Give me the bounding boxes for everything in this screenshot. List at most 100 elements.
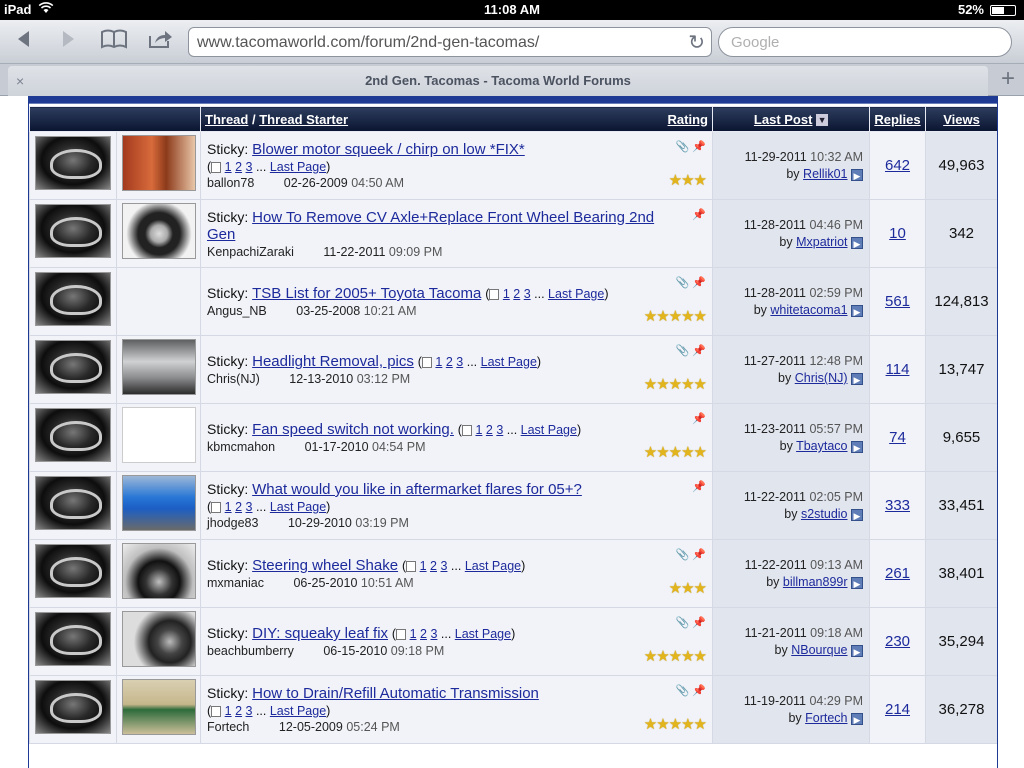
page-link[interactable]: 2 [420, 627, 427, 641]
tab-active[interactable]: × 2nd Gen. Tacomas - Tacoma World Forums [8, 66, 988, 96]
page-link[interactable]: 2 [235, 160, 242, 174]
thread-thumbnail[interactable] [121, 543, 196, 599]
page-link[interactable]: 3 [456, 355, 463, 369]
bookmarks-book-icon[interactable] [98, 28, 130, 56]
forward-arrow-icon[interactable] [52, 28, 84, 56]
thread-title-link[interactable]: How To Remove CV Axle+Replace Front Whee… [207, 209, 654, 243]
thread-thumbnail[interactable] [121, 135, 196, 191]
page-link[interactable]: 2 [235, 500, 242, 514]
thumbnail-cell [116, 335, 201, 404]
page-link[interactable]: 2 [446, 355, 453, 369]
replies-count-link[interactable]: 561 [885, 293, 910, 310]
thread-thumbnail[interactable] [121, 339, 196, 395]
goto-last-post-icon[interactable]: ▶ [851, 440, 863, 453]
thread-title-link[interactable]: DIY: squeaky leaf fix [252, 625, 388, 642]
share-action-icon[interactable] [144, 28, 176, 56]
page-link[interactable]: 2 [235, 704, 242, 718]
sort-rating-link[interactable]: Rating [668, 112, 708, 127]
goto-last-post-icon[interactable]: ▶ [851, 236, 863, 249]
thread-title-link[interactable]: Headlight Removal, pics [252, 353, 414, 370]
thread-title-link[interactable]: TSB List for 2005+ Toyota Tacoma [252, 285, 481, 302]
thread-title-link[interactable]: Blower motor squeek / chirp on low *FIX* [252, 141, 525, 158]
last-poster-link[interactable]: whitetacoma1 [770, 303, 847, 317]
page-link[interactable]: 2 [486, 423, 493, 437]
back-arrow-icon[interactable] [8, 28, 40, 56]
goto-last-post-icon[interactable]: ▶ [851, 168, 863, 181]
page-link[interactable]: 1 [420, 559, 427, 573]
tab-close-icon[interactable]: × [16, 66, 24, 96]
last-page-link[interactable]: Last Page [455, 627, 511, 641]
goto-last-post-icon[interactable]: ▶ [851, 576, 863, 589]
last-poster-link[interactable]: billman899r [783, 575, 848, 589]
goto-last-post-icon[interactable]: ▶ [851, 304, 863, 317]
replies-count-link[interactable]: 74 [889, 429, 906, 446]
page-link[interactable]: 1 [225, 704, 232, 718]
goto-last-post-icon[interactable]: ▶ [851, 372, 863, 385]
last-poster-link[interactable]: Chris(NJ) [795, 371, 848, 385]
reload-icon[interactable]: ↻ [688, 30, 705, 55]
thread-title-link[interactable]: Steering wheel Shake [252, 557, 398, 574]
last-page-link[interactable]: Last Page [481, 355, 537, 369]
replies-count-link[interactable]: 214 [885, 701, 910, 718]
goto-last-post-icon[interactable]: ▶ [851, 712, 863, 725]
page-link[interactable]: 3 [496, 423, 503, 437]
page-link[interactable]: 1 [225, 160, 232, 174]
thread-thumbnail[interactable] [121, 475, 196, 531]
replies-count-link[interactable]: 642 [885, 157, 910, 174]
last-page-link[interactable]: Last Page [521, 423, 577, 437]
thread-status-icon [35, 544, 111, 598]
search-field[interactable]: Google [718, 27, 1012, 57]
page-link[interactable]: 1 [503, 287, 510, 301]
url-text: www.tacomaworld.com/forum/2nd-gen-tacoma… [197, 34, 540, 51]
sort-thread-link[interactable]: Thread [205, 112, 248, 127]
replies-count-link[interactable]: 333 [885, 497, 910, 514]
page-link[interactable]: 3 [430, 627, 437, 641]
sort-thread-starter-link[interactable]: Thread Starter [259, 112, 348, 127]
table-row: 📎 📌 Sticky: How to Drain/Refill Automati… [29, 675, 997, 744]
last-poster-link[interactable]: NBourque [791, 643, 847, 657]
thread-title-link[interactable]: How to Drain/Refill Automatic Transmissi… [252, 685, 539, 702]
sort-replies-link[interactable]: Replies [874, 112, 920, 127]
replies-count-link[interactable]: 230 [885, 633, 910, 650]
sort-last-post-link[interactable]: Last Post [754, 112, 813, 127]
sticky-label: Sticky: [207, 353, 249, 369]
last-poster-link[interactable]: Mxpatriot [796, 235, 847, 249]
last-poster-link[interactable]: Rellik01 [803, 167, 847, 181]
page-link[interactable]: 2 [430, 559, 437, 573]
page-link[interactable]: 1 [225, 500, 232, 514]
page-link[interactable]: 1 [435, 355, 442, 369]
thread-title-link[interactable]: What would you like in aftermarket flare… [252, 481, 582, 498]
address-bar[interactable]: www.tacomaworld.com/forum/2nd-gen-tacoma… [188, 27, 712, 57]
page-link[interactable]: 3 [440, 559, 447, 573]
goto-last-post-icon[interactable]: ▶ [851, 508, 863, 521]
page-link[interactable]: 3 [246, 160, 253, 174]
page-link[interactable]: 3 [246, 500, 253, 514]
page-link[interactable]: 3 [246, 704, 253, 718]
page-link[interactable]: 3 [524, 287, 531, 301]
last-page-link[interactable]: Last Page [270, 160, 326, 174]
replies-count-link[interactable]: 114 [886, 361, 910, 378]
sort-views-link[interactable]: Views [943, 112, 980, 127]
sort-desc-icon[interactable]: ▼ [816, 114, 829, 127]
thread-thumbnail[interactable] [121, 203, 196, 259]
page-link[interactable]: 1 [410, 627, 417, 641]
last-page-link[interactable]: Last Page [465, 559, 521, 573]
new-tab-button[interactable]: + [992, 66, 1024, 94]
thread-thumbnail[interactable] [121, 407, 196, 463]
replies-count-link[interactable]: 261 [885, 565, 910, 582]
last-poster-link[interactable]: Tbaytaco [796, 439, 847, 453]
last-page-link[interactable]: Last Page [270, 500, 326, 514]
last-page-link[interactable]: Last Page [270, 704, 326, 718]
thread-title-link[interactable]: Fan speed switch not working. [252, 421, 454, 438]
thread-thumbnail[interactable] [121, 679, 196, 735]
last-page-link[interactable]: Last Page [548, 287, 604, 301]
page-link[interactable]: 1 [475, 423, 482, 437]
page-link[interactable]: 2 [513, 287, 520, 301]
replies-count-link[interactable]: 10 [889, 225, 906, 242]
last-poster-link[interactable]: s2studio [801, 507, 848, 521]
thread-thumbnail[interactable] [121, 611, 196, 667]
thread-starter: KenpachiZaraki [207, 244, 294, 259]
sticky-pin-icon: 📌 [692, 549, 706, 561]
last-poster-link[interactable]: Fortech [805, 711, 847, 725]
goto-last-post-icon[interactable]: ▶ [851, 644, 863, 657]
